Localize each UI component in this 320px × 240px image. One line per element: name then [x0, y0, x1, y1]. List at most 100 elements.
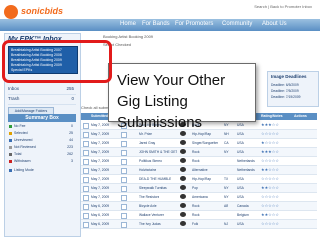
row-checkbox[interactable]: [83, 222, 89, 228]
epk-icon[interactable]: [180, 194, 186, 199]
table-row[interactable]: May 6, 2009 Wallace Venturer Rock Belgium ★★…: [81, 211, 317, 220]
status-indicator[interactable]: [121, 177, 127, 183]
country-cell: USA: [237, 177, 244, 181]
status-indicator[interactable]: [121, 213, 127, 219]
country-cell: USA: [237, 186, 244, 190]
deadline-item[interactable]: Deadline: 7/5/2009: [271, 89, 299, 93]
table-row[interactable]: May 7, 2009 DEA-D THE HUMBLE Hip-Hop/Rap TX…: [81, 175, 317, 184]
rating-stars[interactable]: ☆☆☆☆☆: [261, 176, 279, 181]
submitted-date: May 6, 2009: [91, 222, 110, 226]
band-name-link[interactable]: The Ivry Judas: [139, 222, 161, 226]
nav-for-bands[interactable]: For Bands: [142, 21, 170, 27]
band-name-link[interactable]: The Resistors: [139, 195, 159, 199]
row-checkbox[interactable]: [83, 213, 89, 219]
nav-community[interactable]: Community: [222, 21, 252, 27]
col-rating-notes[interactable]: Rating/Notes: [261, 114, 283, 118]
sonicbids-logo[interactable]: sonicbids: [4, 4, 70, 20]
folder-inbox[interactable]: Inbox 255: [8, 86, 76, 95]
logo-mark-icon: [4, 5, 18, 19]
epk-icon[interactable]: [180, 185, 186, 190]
folder-trash[interactable]: Trash 0: [8, 96, 76, 105]
band-name-link[interactable]: Wallace Venturer: [139, 213, 164, 217]
genre-cell: Folk: [192, 222, 199, 226]
row-checkbox[interactable]: [83, 168, 89, 174]
table-row[interactable]: May 7, 2009 Politikus Stereo Rock Netherlan…: [81, 157, 317, 166]
epk-icon[interactable]: [180, 149, 186, 154]
band-name-link[interactable]: Politikus Stereo: [139, 159, 162, 163]
col-actions[interactable]: Actions: [294, 114, 307, 118]
table-row[interactable]: May 7, 2009 JOHN SMITH & THE GETTING GONE…: [81, 148, 317, 157]
band-name-link[interactable]: Holzbotaine: [139, 168, 156, 172]
row-checkbox[interactable]: [83, 123, 89, 129]
rating-stars[interactable]: ☆☆☆☆☆: [261, 203, 279, 208]
band-name-link[interactable]: Bicycle Axle: [139, 204, 157, 208]
status-indicator[interactable]: [121, 222, 127, 228]
utility-links[interactable]: Search | Back to Promoter Inbox: [254, 4, 312, 9]
row-checkbox[interactable]: [83, 186, 89, 192]
epk-icon[interactable]: [180, 140, 186, 145]
epk-icon[interactable]: [180, 158, 186, 163]
epk-icon[interactable]: [180, 221, 186, 226]
summary-row[interactable]: No Fee 0: [9, 124, 75, 130]
summary-row[interactable]: Total 262: [9, 152, 75, 158]
deadline-item[interactable]: Deadline: 6/5/2009: [271, 83, 299, 87]
epk-icon[interactable]: [180, 176, 186, 181]
table-row[interactable]: May 7, 2009 Jared Gray Singer/Songwriter CA…: [81, 139, 317, 148]
rating-stars[interactable]: ★★☆☆☆: [261, 185, 279, 190]
table-row[interactable]: May 7, 2009 Sleepwalk Turnitas Pop NY USA ★★☆…: [81, 184, 317, 193]
row-checkbox[interactable]: [83, 132, 89, 138]
status-indicator[interactable]: [121, 168, 127, 174]
band-name-link[interactable]: JOHN SMITH & THE GETTING GONE: [139, 150, 177, 154]
rating-stars[interactable]: ★★☆☆☆: [261, 167, 279, 172]
status-indicator[interactable]: [121, 150, 127, 156]
row-checkbox[interactable]: [83, 177, 89, 183]
summary-value: 25: [69, 131, 73, 135]
table-row[interactable]: May 7, 2009 The Resistors Americana NY USA ☆☆…: [81, 193, 317, 202]
band-name-link[interactable]: DEA-D THE HUMBLE: [139, 177, 171, 181]
epk-icon[interactable]: [180, 212, 186, 217]
submitted-date: May 6, 2009: [91, 204, 110, 208]
submitted-date: May 7, 2009: [91, 186, 110, 190]
row-checkbox[interactable]: [83, 195, 89, 201]
band-name-link[interactable]: Jared Gray: [139, 141, 155, 145]
summary-row[interactable]: Unreviewed 44: [9, 138, 75, 144]
rating-stars[interactable]: ★★★☆☆: [261, 122, 279, 127]
row-checkbox[interactable]: [83, 159, 89, 165]
rating-stars[interactable]: ☆☆☆☆☆: [261, 131, 279, 136]
submitted-date: May 7, 2009: [91, 123, 110, 127]
rating-stars[interactable]: ☆☆☆☆☆: [261, 158, 279, 163]
row-checkbox[interactable]: [83, 141, 89, 147]
submitted-date: May 6, 2009: [91, 213, 110, 217]
table-row[interactable]: May 6, 2009 The Ivry Judas Folk NJ USA ☆☆☆☆☆: [81, 220, 317, 229]
status-indicator[interactable]: [121, 159, 127, 165]
row-checkbox[interactable]: [83, 150, 89, 156]
nav-home[interactable]: Home: [120, 21, 136, 27]
status-indicator[interactable]: [121, 141, 127, 147]
deadline-item[interactable]: Deadline: 7/19/2009: [271, 95, 301, 99]
country-cell: Belgium: [237, 213, 249, 217]
listing-mode-link[interactable]: Listing Mode: [9, 168, 75, 174]
status-indicator[interactable]: [121, 195, 127, 201]
epk-icon[interactable]: [180, 203, 186, 208]
status-indicator[interactable]: [121, 204, 127, 210]
nav-about-us[interactable]: About Us: [262, 21, 287, 27]
epk-icon[interactable]: [180, 167, 186, 172]
col-submitted[interactable]: Submitted: [91, 114, 108, 118]
band-name-link[interactable]: Sleepwalk Turnitas: [139, 186, 167, 190]
nav-for-promoters[interactable]: For Promoters: [175, 21, 213, 27]
rating-stars[interactable]: ☆☆☆☆☆: [261, 221, 279, 226]
table-row[interactable]: May 6, 2009 Bicycle Axle Rock AB Canada ☆☆☆☆☆: [81, 202, 317, 211]
rating-stars[interactable]: ☆☆☆☆☆: [261, 194, 279, 199]
rating-stars[interactable]: ★★★☆☆: [261, 149, 279, 154]
table-row[interactable]: May 7, 2009 Holzbotaine Alternative Netherl…: [81, 166, 317, 175]
rating-stars[interactable]: ★☆☆☆☆: [261, 140, 279, 145]
listing-tab[interactable]: Booking Artist Booking 2009: [103, 34, 153, 39]
row-checkbox[interactable]: [83, 204, 89, 210]
status-dot-icon: [9, 145, 12, 149]
genre-cell: Hip-Hop/Rap: [192, 177, 212, 181]
rating-stars[interactable]: ★★☆☆☆: [261, 212, 279, 217]
status-indicator[interactable]: [121, 186, 127, 192]
summary-row[interactable]: Not Reviewed 223: [9, 145, 75, 151]
summary-row[interactable]: Withdrawn 3: [9, 159, 75, 165]
summary-row[interactable]: Selected 25: [9, 131, 75, 137]
